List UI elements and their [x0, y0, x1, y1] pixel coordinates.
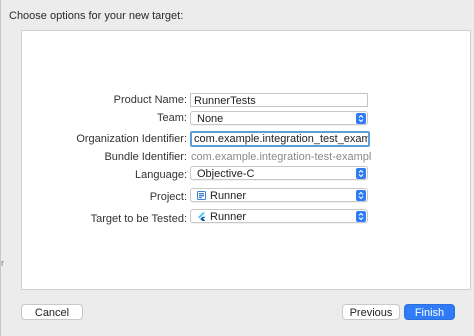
project-value: Runner: [210, 190, 247, 202]
team-popup[interactable]: None: [190, 111, 368, 125]
team-label: Team:: [157, 112, 187, 124]
product-name-label: Product Name:: [113, 94, 187, 106]
org-identifier-field[interactable]: com.example.integration_test_example: [190, 131, 370, 147]
bundle-identifier-label: Bundle Identifier:: [104, 151, 187, 163]
team-value: None: [197, 113, 224, 125]
product-name-field[interactable]: RunnerTests: [190, 93, 368, 107]
target-to-test-popup-chevron-icon: [356, 211, 366, 222]
background-window-edge: nc: [1, 258, 4, 268]
bundle-identifier-value: com.example.integration-test-example.Run…: [191, 151, 372, 163]
language-value: Objective-C: [197, 168, 255, 180]
target-to-test-popup[interactable]: Runner: [190, 209, 368, 223]
project-popup[interactable]: Runner: [190, 188, 368, 202]
project-label: Project:: [149, 191, 187, 203]
flutter-app-icon: [197, 211, 206, 221]
previous-button[interactable]: Previous: [342, 304, 400, 320]
new-target-sheet: Choose options for your new target: nc P…: [0, 0, 474, 336]
project-popup-chevron-icon: [356, 190, 366, 201]
finish-button[interactable]: Finish: [404, 304, 455, 320]
team-popup-chevron-icon: [356, 113, 366, 124]
language-popup[interactable]: Objective-C: [190, 166, 368, 180]
org-identifier-label: Organization Identifier:: [76, 133, 187, 145]
cancel-button[interactable]: Cancel: [21, 304, 83, 320]
language-popup-chevron-icon: [356, 168, 366, 179]
target-to-test-value: Runner: [210, 211, 247, 223]
target-to-test-label: Target to be Tested:: [90, 213, 187, 225]
xcode-project-icon: [197, 190, 206, 200]
sheet-title: Choose options for your new target:: [9, 10, 184, 22]
language-label: Language:: [135, 169, 187, 181]
